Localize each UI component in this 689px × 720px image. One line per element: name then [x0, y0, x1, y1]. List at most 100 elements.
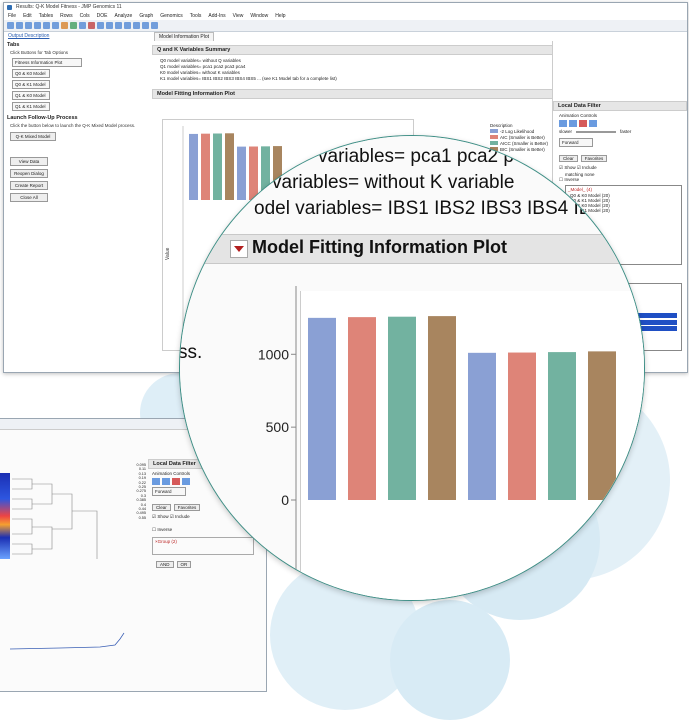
magnified-bar [508, 352, 536, 500]
menu-file[interactable]: File [8, 12, 16, 20]
print-icon[interactable] [25, 22, 32, 29]
magnified-bar [428, 316, 456, 500]
plot-header[interactable]: Model Fitting Information Plot [152, 89, 553, 99]
magnifier-lens: variables= pca1 pca2 p variables= withou… [179, 135, 645, 601]
zoom-tool-icon[interactable] [115, 22, 122, 29]
tab-dropdown-q1k0[interactable]: Q1 & K0 Model [12, 91, 50, 100]
color-scale-value: 0.55 [138, 515, 146, 520]
menu-view[interactable]: View [233, 12, 244, 20]
title-bar: Results: Q-K Model Fitness - JMP Genomic… [4, 3, 687, 12]
tabs-section-subtitle: Click Buttons for Tab Options [10, 50, 68, 55]
menu-help[interactable]: Help [275, 12, 285, 20]
hand-tool-icon[interactable] [106, 22, 113, 29]
play-icon[interactable] [152, 478, 160, 485]
local-filter-header[interactable]: Local Data Filter [553, 101, 687, 111]
magnified-bar [468, 352, 496, 500]
tab-model-information-plot[interactable]: Model Information Plot [154, 32, 215, 41]
paste-icon[interactable] [52, 22, 59, 29]
magnified-y-tick-label: 500 [266, 419, 290, 435]
menu-bar: File Edit Tables Rows Cols DOE Analyze G… [4, 12, 687, 20]
summary-header[interactable]: Q and K Variables Summary [152, 45, 553, 55]
menu-genomics[interactable]: Genomics [160, 12, 183, 20]
magnified-y-tick-label: 0 [281, 492, 289, 508]
arrow-tool-icon[interactable] [97, 22, 104, 29]
sparkline-path [9, 632, 125, 650]
step-icon[interactable] [162, 478, 170, 485]
crosshair-icon[interactable] [133, 22, 140, 29]
menu-addins[interactable]: Add-Ins [208, 12, 225, 20]
dendrogram-branch [12, 478, 98, 559]
menu-edit[interactable]: Edit [23, 12, 32, 20]
show-checkbox[interactable]: ☑ [152, 514, 156, 519]
run-icon[interactable] [88, 22, 95, 29]
table-icon[interactable] [61, 22, 68, 29]
summary-lines: Q0 model variables= without Q variables … [152, 55, 553, 85]
dendrogram-lines [12, 478, 98, 559]
sparkline-panel [0, 619, 140, 659]
tab-dropdown-q0k1[interactable]: Q0 & K1 Model [12, 80, 50, 89]
open-icon[interactable] [7, 22, 14, 29]
app-icon [7, 5, 12, 10]
launch-section-subtitle: Click the button below to launch the Q-K… [10, 123, 136, 128]
show-label: Show [157, 514, 169, 519]
faster-label: faster [620, 129, 632, 134]
inverse-checkbox[interactable]: ☐ [152, 527, 156, 532]
decor-bubble [390, 600, 510, 720]
dendrogram [12, 478, 98, 559]
menu-analyze[interactable]: Analyze [115, 12, 133, 20]
magnified-bar-chart: 1000 500 0 [258, 286, 616, 600]
animation-buttons [553, 120, 687, 127]
menu-graph[interactable]: Graph [139, 12, 153, 20]
animation-controls-label: Animation Controls [559, 113, 598, 118]
slower-label: slower [559, 129, 573, 134]
magnified-bar [308, 317, 336, 500]
qk-mixed-model-button[interactable]: Q-K Mixed Model [10, 132, 56, 141]
window-title: Results: Q-K Model Fitness - JMP Genomic… [16, 4, 122, 10]
magnified-bar [388, 316, 416, 500]
menu-rows[interactable]: Rows [60, 12, 73, 20]
stop-icon[interactable] [589, 120, 597, 127]
sparkline [9, 632, 125, 650]
script-icon[interactable] [79, 22, 86, 29]
speed-slider[interactable] [576, 131, 617, 133]
left-panel: Tabs Click Buttons for Tab Options Fitne… [4, 41, 153, 372]
menu-tools[interactable]: Tools [190, 12, 202, 20]
reopen-dialog-button[interactable]: Reopen Dialog [10, 169, 48, 178]
magnified-y-tick-label: 1000 [258, 346, 289, 362]
menu-cols[interactable]: Cols [80, 12, 90, 20]
include-checkbox[interactable]: ☑ [170, 514, 174, 519]
cut-icon[interactable] [34, 22, 41, 29]
record-icon[interactable] [579, 120, 587, 127]
launch-section-title[interactable]: Launch Follow-Up Process [4, 114, 152, 122]
menu-window[interactable]: Window [250, 12, 268, 20]
record-icon[interactable] [172, 478, 180, 485]
and-button[interactable]: AND [156, 561, 174, 568]
legend-swatch [490, 129, 498, 133]
tab-dropdown-fitness[interactable]: Fitness Information Plot [12, 58, 82, 67]
tabs-section-title[interactable]: Tabs [4, 41, 152, 49]
legend-label: -2 Log Likelihood [500, 129, 535, 134]
magnified-bar [588, 351, 616, 500]
color-scale: 0.095 0.11 0.13 0.19 0.22 0.25 0.275 0.3… [116, 463, 146, 520]
create-report-button[interactable]: Create Report [10, 181, 48, 190]
summary-line: K1 model variables= IBS1 IBS2 IBS3 IBS4 … [160, 76, 337, 81]
play-icon[interactable] [559, 120, 567, 127]
copy-icon[interactable] [43, 22, 50, 29]
chart-icon[interactable] [70, 22, 77, 29]
menu-tables[interactable]: Tables [39, 12, 53, 20]
clear-button[interactable]: Clear [152, 504, 171, 511]
tab-dropdown-q0k0[interactable]: Q0 & K0 Model [12, 69, 50, 78]
step-icon[interactable] [569, 120, 577, 127]
close-all-button[interactable]: Close All [10, 193, 48, 202]
view-data-button[interactable]: View Data [10, 157, 48, 166]
menu-doe[interactable]: DOE [97, 12, 108, 20]
magnified-bar [348, 317, 376, 500]
tab-output-description[interactable]: Output Description [8, 33, 49, 39]
heatmap [0, 473, 10, 559]
brush-icon[interactable] [142, 22, 149, 29]
lasso-tool-icon[interactable] [124, 22, 131, 29]
annotate-icon[interactable] [151, 22, 158, 29]
toolbar [4, 20, 687, 32]
save-icon[interactable] [16, 22, 23, 29]
tab-dropdown-q1k1[interactable]: Q1 & K1 Model [12, 102, 50, 111]
